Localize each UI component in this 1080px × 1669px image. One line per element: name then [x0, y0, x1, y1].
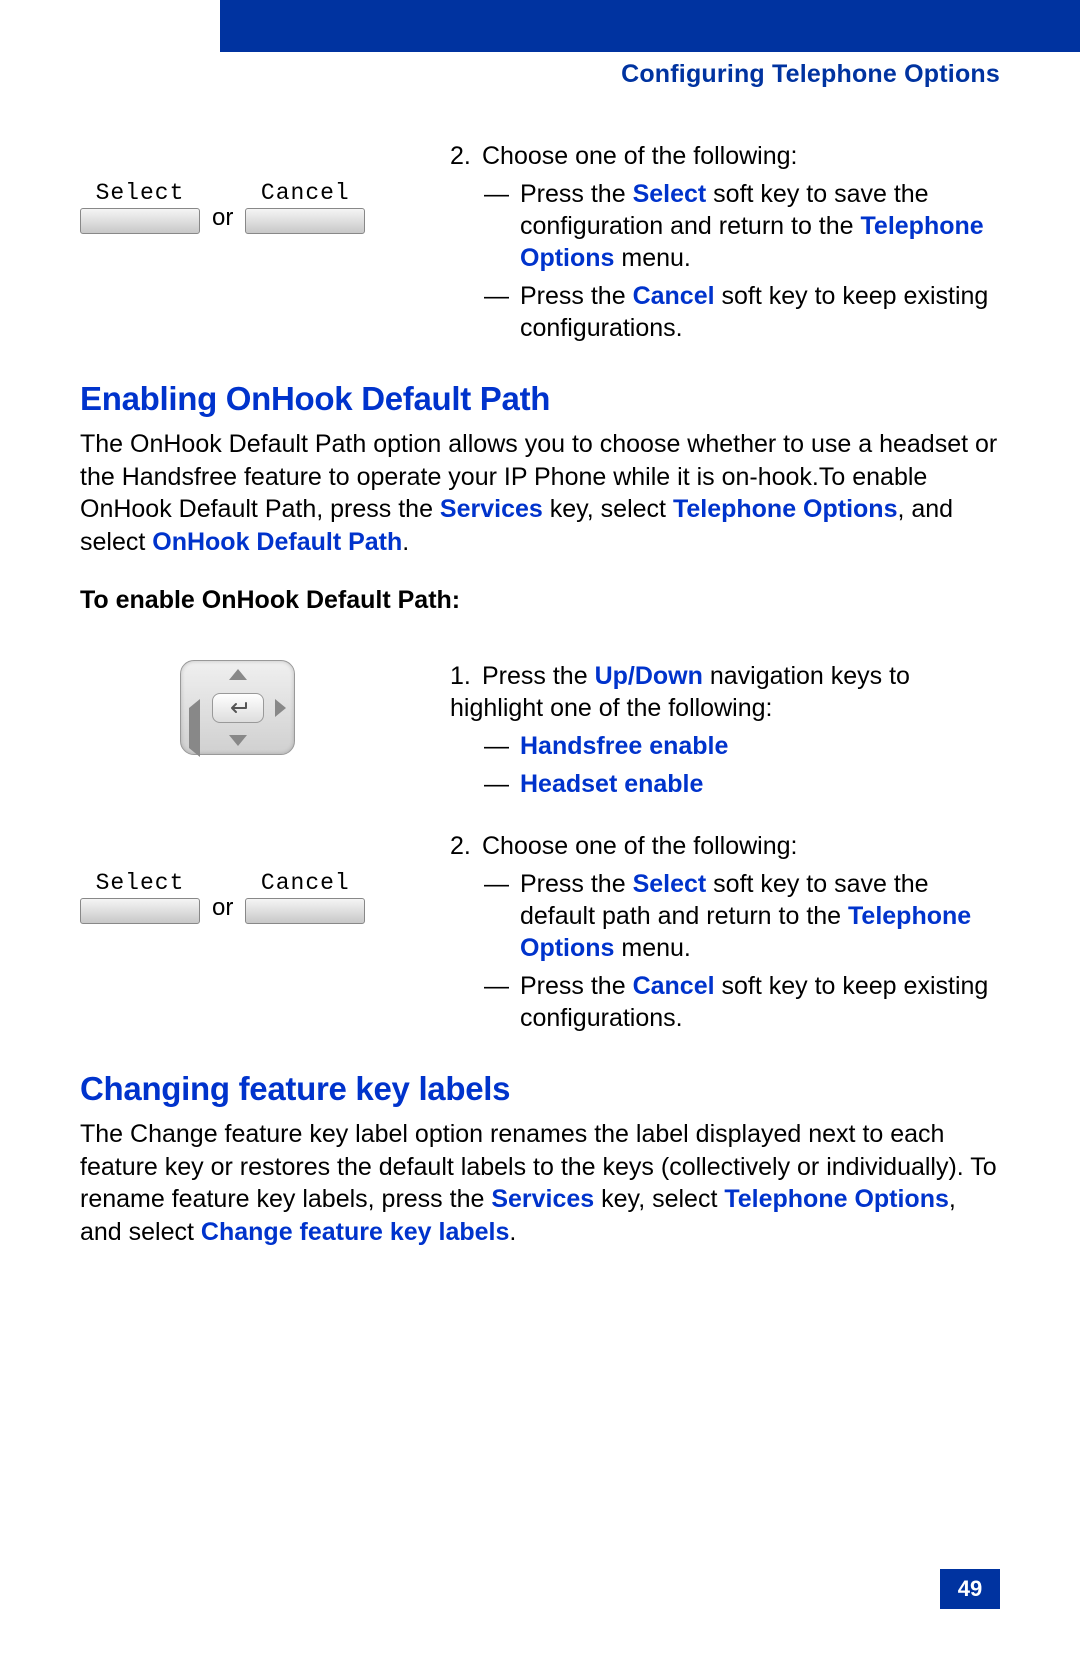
or-label: or	[206, 204, 239, 234]
step-lead: 2.Choose one of the following:	[450, 830, 1000, 862]
cancel-link: Cancel	[633, 972, 715, 1000]
content-area: Select or Cancel 2.Choose one of the fol…	[80, 140, 1000, 1248]
or-label: or	[206, 894, 239, 924]
change-feature-key-labels-link: Change feature key labels	[201, 1218, 509, 1246]
step-option: — Press the Cancel soft key to keep exis…	[484, 970, 1000, 1034]
telephone-options-link: Telephone Options	[673, 495, 898, 523]
step-option: — Press the Select soft key to save the …	[484, 178, 1000, 274]
select-softkey-button	[80, 208, 200, 234]
step-lead-text: Choose one of the following:	[482, 832, 798, 860]
dash: —	[484, 730, 520, 762]
select-softkey-group: Select	[80, 870, 200, 924]
cancel-softkey-button	[245, 208, 365, 234]
page-header: Configuring Telephone Options	[500, 60, 1000, 89]
section-paragraph: The OnHook Default Path option allows yo…	[80, 428, 1000, 558]
dash: —	[484, 178, 520, 274]
onhook-default-path-link: OnHook Default Path	[152, 528, 402, 556]
services-link: Services	[440, 495, 543, 523]
step-option: — Press the Cancel soft key to keep exis…	[484, 280, 1000, 344]
option-text: Press the Cancel soft key to keep existi…	[520, 970, 1000, 1034]
step-row: 1.Press the Up/Down navigation keys to h…	[80, 660, 1000, 800]
handsfree-enable-link: Handsfree enable	[520, 730, 1000, 762]
dash: —	[484, 768, 520, 800]
left-arrow-icon	[189, 699, 200, 757]
step-row: Select or Cancel 2.Choose one of the fol…	[80, 140, 1000, 344]
sub-heading: To enable OnHook Default Path:	[80, 586, 1000, 615]
select-softkey-label: Select	[96, 870, 185, 896]
select-link: Select	[633, 180, 707, 208]
step-number: 2.	[450, 140, 482, 172]
cancel-softkey-group: Cancel	[245, 180, 365, 234]
step-lead: 2.Choose one of the following:	[450, 140, 1000, 172]
cancel-softkey-button	[245, 898, 365, 924]
select-link: Select	[633, 870, 707, 898]
headset-enable-link: Headset enable	[520, 768, 1000, 800]
cancel-softkey-group: Cancel	[245, 870, 365, 924]
dash: —	[484, 970, 520, 1034]
navigation-pad-illustration	[180, 660, 295, 755]
right-arrow-icon	[275, 699, 286, 717]
top-bar	[220, 0, 1080, 52]
step-lead-text: Press the Up/Down navigation keys to hig…	[450, 662, 910, 722]
section-heading-feature-keys: Changing feature key labels	[80, 1070, 1000, 1108]
dash: —	[484, 280, 520, 344]
step-lead-text: Choose one of the following:	[482, 142, 798, 170]
section-heading-onhook: Enabling OnHook Default Path	[80, 380, 1000, 418]
cancel-link: Cancel	[633, 282, 715, 310]
up-arrow-icon	[229, 669, 247, 680]
step-row: Select or Cancel 2.Choose one of the fol…	[80, 830, 1000, 1034]
select-softkey-button	[80, 898, 200, 924]
step-lead: 1.Press the Up/Down navigation keys to h…	[450, 660, 1000, 724]
step-number: 2.	[450, 830, 482, 862]
page-number: 49	[940, 1569, 1000, 1609]
step-option: — Press the Select soft key to save the …	[484, 868, 1000, 964]
option-text: Press the Select soft key to save the co…	[520, 178, 1000, 274]
softkey-illustration: Select or Cancel	[80, 180, 450, 234]
step-option: — Headset enable	[484, 768, 1000, 800]
section-paragraph: The Change feature key label option rena…	[80, 1118, 1000, 1248]
step-option: — Handsfree enable	[484, 730, 1000, 762]
step-number: 1.	[450, 660, 482, 692]
down-arrow-icon	[229, 735, 247, 746]
cancel-softkey-label: Cancel	[261, 870, 350, 896]
option-text: Press the Select soft key to save the de…	[520, 868, 1000, 964]
telephone-options-link: Telephone Options	[724, 1185, 949, 1213]
option-text: Press the Cancel soft key to keep existi…	[520, 280, 1000, 344]
dash: —	[484, 868, 520, 964]
enter-key-icon	[212, 693, 264, 723]
up-down-link: Up/Down	[595, 662, 703, 690]
services-link: Services	[491, 1185, 594, 1213]
cancel-softkey-label: Cancel	[261, 180, 350, 206]
select-softkey-label: Select	[96, 180, 185, 206]
select-softkey-group: Select	[80, 180, 200, 234]
softkey-illustration: Select or Cancel	[80, 870, 450, 924]
